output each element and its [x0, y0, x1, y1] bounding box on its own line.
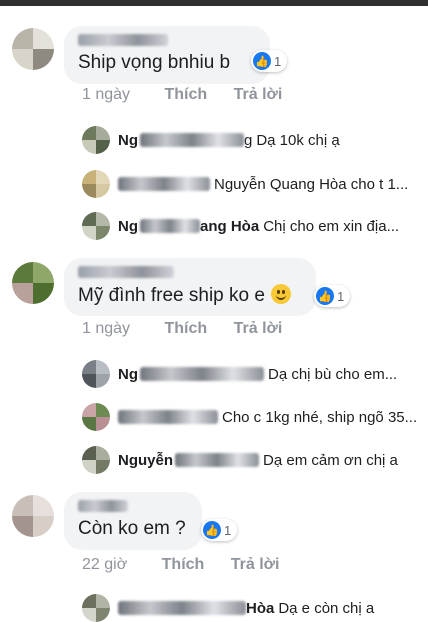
reply-author-prefix[interactable]: Nguyễn	[118, 452, 173, 469]
reply-button[interactable]: Trả lời	[234, 86, 283, 103]
smile-emoji-icon	[270, 284, 291, 304]
reaction-badge[interactable]: 👍 1	[314, 285, 351, 307]
reply-item[interactable]: Ng g Dạ 10k chị ạ	[80, 126, 340, 154]
reaction-count: 1	[274, 53, 282, 69]
reply-author-blur[interactable]	[118, 410, 218, 424]
reply-text: Dạ em cảm ơn chị a	[263, 451, 398, 469]
comment-time[interactable]: 22 giờ	[82, 556, 127, 573]
comment-meta: 1 ngày Thích Trả lời	[82, 320, 282, 338]
reply-author-prefix[interactable]: Ng	[118, 218, 138, 235]
reply-author-prefix[interactable]: Ng	[118, 366, 138, 383]
commenter-avatar[interactable]	[12, 495, 54, 537]
commenter-name[interactable]: T	[78, 34, 168, 46]
reply-button[interactable]: Trả lời	[231, 556, 280, 573]
reaction-badge[interactable]: 👍 1	[251, 50, 288, 72]
comment-text: Ship vọng bnhiu b	[78, 52, 231, 73]
commenter-name[interactable]	[78, 266, 174, 278]
reply-author-suffix: g	[244, 131, 253, 149]
reply-author-blur[interactable]	[140, 133, 244, 147]
reply-text: Nguyễn Quang Hòa cho t 1...	[214, 175, 409, 193]
commenter-avatar[interactable]	[12, 28, 54, 70]
like-button[interactable]: Thích	[162, 556, 205, 573]
comment-bubble: Đ Còn ko em ?	[64, 492, 202, 550]
like-icon: 👍	[253, 52, 271, 70]
comment-meta: 1 ngày Thích Trả lời	[82, 86, 282, 104]
reply-item[interactable]: Ng Dạ chị bù cho em...	[80, 360, 397, 388]
reply-text: Cho c 1kg nhé, ship ngõ 35...	[222, 408, 418, 426]
reaction-count: 1	[224, 522, 232, 538]
comment-text: Còn ko em ?	[78, 518, 186, 539]
reply-author-blur[interactable]	[118, 601, 246, 615]
reply-item[interactable]: Hòa Dạ e còn chị a	[80, 594, 374, 622]
reply-text: Dạ 10k chị ạ	[256, 131, 340, 149]
comment-bubble: Mỹ đình free ship ko e	[64, 258, 316, 316]
comment-text: Mỹ đình free ship ko e	[78, 284, 302, 307]
comment-time[interactable]: 1 ngày	[82, 320, 130, 337]
reply-item[interactable]: Nguyễn Quang Hòa cho t 1...	[80, 170, 408, 198]
reply-author-blur[interactable]	[140, 219, 200, 233]
like-button[interactable]: Thích	[165, 320, 208, 337]
reply-text: Chị cho em xin địa...	[263, 217, 400, 235]
commenter-name[interactable]: Đ	[78, 500, 128, 512]
reply-author-blur[interactable]	[175, 453, 260, 467]
status-bar	[0, 0, 428, 6]
comment-meta: 22 giờ Thích Trả lời	[82, 556, 280, 574]
comment-time[interactable]: 1 ngày	[82, 86, 130, 103]
reply-author-suffix[interactable]: ang Hòa	[200, 218, 259, 235]
reply-item[interactable]: Ng ang Hòa Chị cho em xin địa...	[80, 212, 399, 240]
reply-text: Dạ chị bù cho em...	[268, 365, 398, 383]
reply-button[interactable]: Trả lời	[234, 320, 283, 337]
reaction-count: 1	[337, 288, 345, 304]
reply-author-prefix[interactable]: Ng	[118, 132, 138, 149]
reply-text: Dạ e còn chị a	[278, 599, 375, 617]
like-icon: 👍	[316, 287, 334, 305]
like-button[interactable]: Thích	[165, 86, 208, 103]
reply-item[interactable]: Nguyễn Dạ em cảm ơn chị a	[80, 446, 398, 474]
commenter-avatar[interactable]	[12, 262, 54, 304]
reaction-badge[interactable]: 👍 1	[201, 519, 238, 541]
reply-author-blur[interactable]	[118, 177, 210, 191]
reply-author-blur[interactable]	[140, 367, 264, 381]
reply-item[interactable]: Cho c 1kg nhé, ship ngõ 35...	[80, 403, 417, 431]
like-icon: 👍	[203, 521, 221, 539]
comment-text-content: Mỹ đình free ship ko e	[78, 285, 265, 306]
reply-author-suffix[interactable]: Hòa	[246, 600, 274, 617]
comment-bubble: T Ship vọng bnhiu b	[64, 26, 270, 84]
